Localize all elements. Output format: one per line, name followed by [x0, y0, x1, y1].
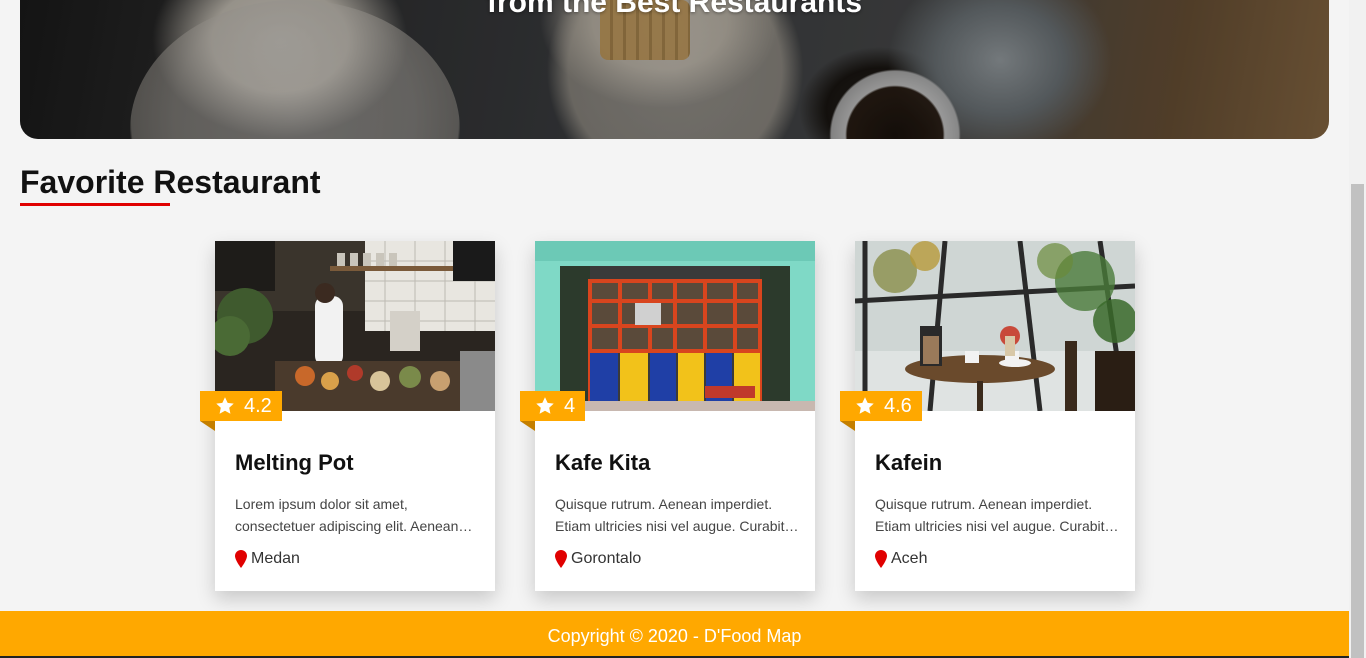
- restaurant-card[interactable]: 4 Kafe Kita Quisque rutrum. Aenean imper…: [520, 241, 815, 591]
- map-pin-icon: [875, 550, 887, 568]
- section-title-underline: [20, 203, 170, 206]
- rating-value: 4: [564, 395, 576, 417]
- star-icon: [216, 397, 234, 414]
- restaurant-name[interactable]: Melting Pot: [235, 450, 354, 476]
- section-title: Favorite Restaurant: [20, 164, 321, 200]
- rating-badge: 4.6: [840, 391, 922, 431]
- hero-title: from the Best Restaurants: [486, 0, 863, 19]
- restaurant-image[interactable]: [215, 241, 495, 411]
- hero-banner: from the Best Restaurants: [20, 0, 1329, 139]
- rating-value: 4.2: [244, 395, 272, 417]
- restaurant-image[interactable]: [855, 241, 1135, 411]
- hero-coffee-cup-image: [820, 60, 970, 139]
- footer: Copyright © 2020 - D'Food Map: [0, 611, 1349, 658]
- restaurant-name[interactable]: Kafe Kita: [555, 450, 650, 476]
- restaurant-location: Aceh: [875, 550, 927, 568]
- restaurant-card[interactable]: 4.2 Melting Pot Lorem ipsum dolor sit am…: [200, 241, 495, 591]
- restaurant-name[interactable]: Kafein: [875, 450, 942, 476]
- restaurant-description: Quisque rutrum. Aenean imperdiet. Etiam …: [875, 496, 1119, 534]
- map-pin-icon: [235, 550, 247, 568]
- restaurant-description: Lorem ipsum dolor sit amet, consectetuer…: [235, 496, 473, 534]
- restaurant-location: Medan: [235, 550, 300, 568]
- hero-plate-image: [130, 0, 460, 139]
- restaurant-description: Quisque rutrum. Aenean imperdiet. Etiam …: [555, 496, 799, 534]
- rating-badge: 4.2: [200, 391, 282, 431]
- scrollbar-thumb[interactable]: [1351, 184, 1364, 658]
- page-scrollbar[interactable]: [1349, 0, 1366, 658]
- restaurant-city: Aceh: [891, 550, 928, 567]
- map-pin-icon: [555, 550, 567, 568]
- rating-value: 4.6: [884, 395, 912, 417]
- restaurant-city: Medan: [251, 550, 300, 567]
- hero-plate-image: [535, 0, 815, 139]
- restaurant-image[interactable]: [535, 241, 815, 411]
- star-icon: [536, 397, 554, 414]
- restaurant-city: Gorontalo: [571, 550, 642, 567]
- restaurant-card[interactable]: 4.6 Kafein Quisque rutrum. Aenean imperd…: [840, 241, 1135, 591]
- restaurant-location: Gorontalo: [555, 550, 641, 568]
- rating-badge: 4: [520, 391, 586, 431]
- star-icon: [856, 397, 874, 414]
